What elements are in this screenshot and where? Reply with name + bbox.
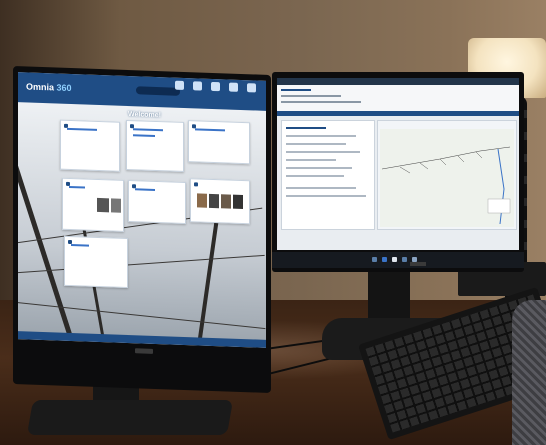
form-row (286, 195, 366, 197)
header-line (281, 95, 341, 97)
card-heading (189, 121, 249, 126)
app-logo: Omnia 360 (26, 81, 72, 93)
office-photo-scene: Omnia 360 Welcome! (0, 0, 546, 445)
form-row (286, 187, 356, 189)
card-heading (65, 237, 127, 242)
nav-icon[interactable] (229, 82, 238, 92)
right-monitor (272, 72, 524, 272)
power-line (18, 302, 266, 330)
nav-icon[interactable] (247, 83, 256, 93)
welcome-heading: Welcome! (128, 111, 161, 120)
left-monitor: Omnia 360 Welcome! (13, 66, 271, 394)
form-row (286, 159, 336, 161)
card-link[interactable] (133, 134, 155, 137)
thumbnail[interactable] (233, 194, 243, 210)
nav-icon[interactable] (175, 80, 184, 90)
app-icon[interactable] (392, 257, 397, 262)
card-heading (61, 121, 119, 126)
nav-icon[interactable] (193, 81, 202, 91)
search-pill[interactable] (136, 86, 180, 96)
dashboard-card[interactable] (126, 119, 184, 172)
taskbar (272, 252, 524, 268)
dashboard-card[interactable] (128, 180, 186, 225)
thumbnail[interactable] (197, 193, 207, 208)
card-link[interactable] (67, 127, 97, 131)
app-name: Omnia (26, 81, 55, 93)
map-view[interactable] (380, 129, 514, 227)
form-row (286, 127, 326, 129)
dashboard-card[interactable] (62, 177, 124, 232)
thumbnail[interactable] (221, 194, 231, 209)
person-shoulder (512, 300, 546, 445)
form-panel (281, 120, 375, 230)
form-row (286, 135, 356, 137)
dashboard-card[interactable] (188, 120, 250, 165)
map-panel (377, 120, 517, 230)
dashboard-card[interactable] (64, 235, 128, 289)
header-line (281, 89, 311, 91)
power-line (18, 254, 265, 274)
thumbnail[interactable] (209, 193, 219, 209)
app-header (277, 85, 519, 112)
left-monitor-base (26, 400, 234, 435)
map-markers (381, 146, 511, 225)
thumbnail[interactable] (111, 198, 121, 213)
app-name-suffix: 360 (56, 82, 72, 94)
form-row (286, 151, 360, 153)
app-icon[interactable] (382, 257, 387, 262)
header-line (281, 101, 361, 103)
card-heading (127, 121, 183, 126)
card-link[interactable] (71, 244, 89, 247)
card-heading (191, 179, 249, 184)
top-nav (175, 80, 256, 93)
window-titlebar (277, 78, 519, 85)
left-screen: Omnia 360 Welcome! (18, 72, 266, 348)
card-heading (129, 181, 185, 186)
monitor-logo (410, 262, 426, 266)
app-icon[interactable] (402, 257, 407, 262)
dashboard-card[interactable] (190, 178, 250, 225)
form-row (286, 175, 344, 177)
card-link[interactable] (133, 128, 163, 132)
form-row (286, 167, 352, 169)
dashboard-card[interactable] (60, 119, 120, 172)
card-heading (63, 179, 123, 184)
thumbnail[interactable] (97, 197, 109, 213)
monitor-logo (135, 348, 153, 354)
form-row (286, 143, 346, 145)
card-link[interactable] (195, 128, 225, 132)
card-link[interactable] (135, 188, 155, 191)
nav-icon[interactable] (211, 81, 220, 92)
section-bar (277, 111, 519, 116)
app-icon[interactable] (372, 257, 377, 262)
card-link[interactable] (69, 185, 85, 189)
right-screen (277, 78, 519, 250)
